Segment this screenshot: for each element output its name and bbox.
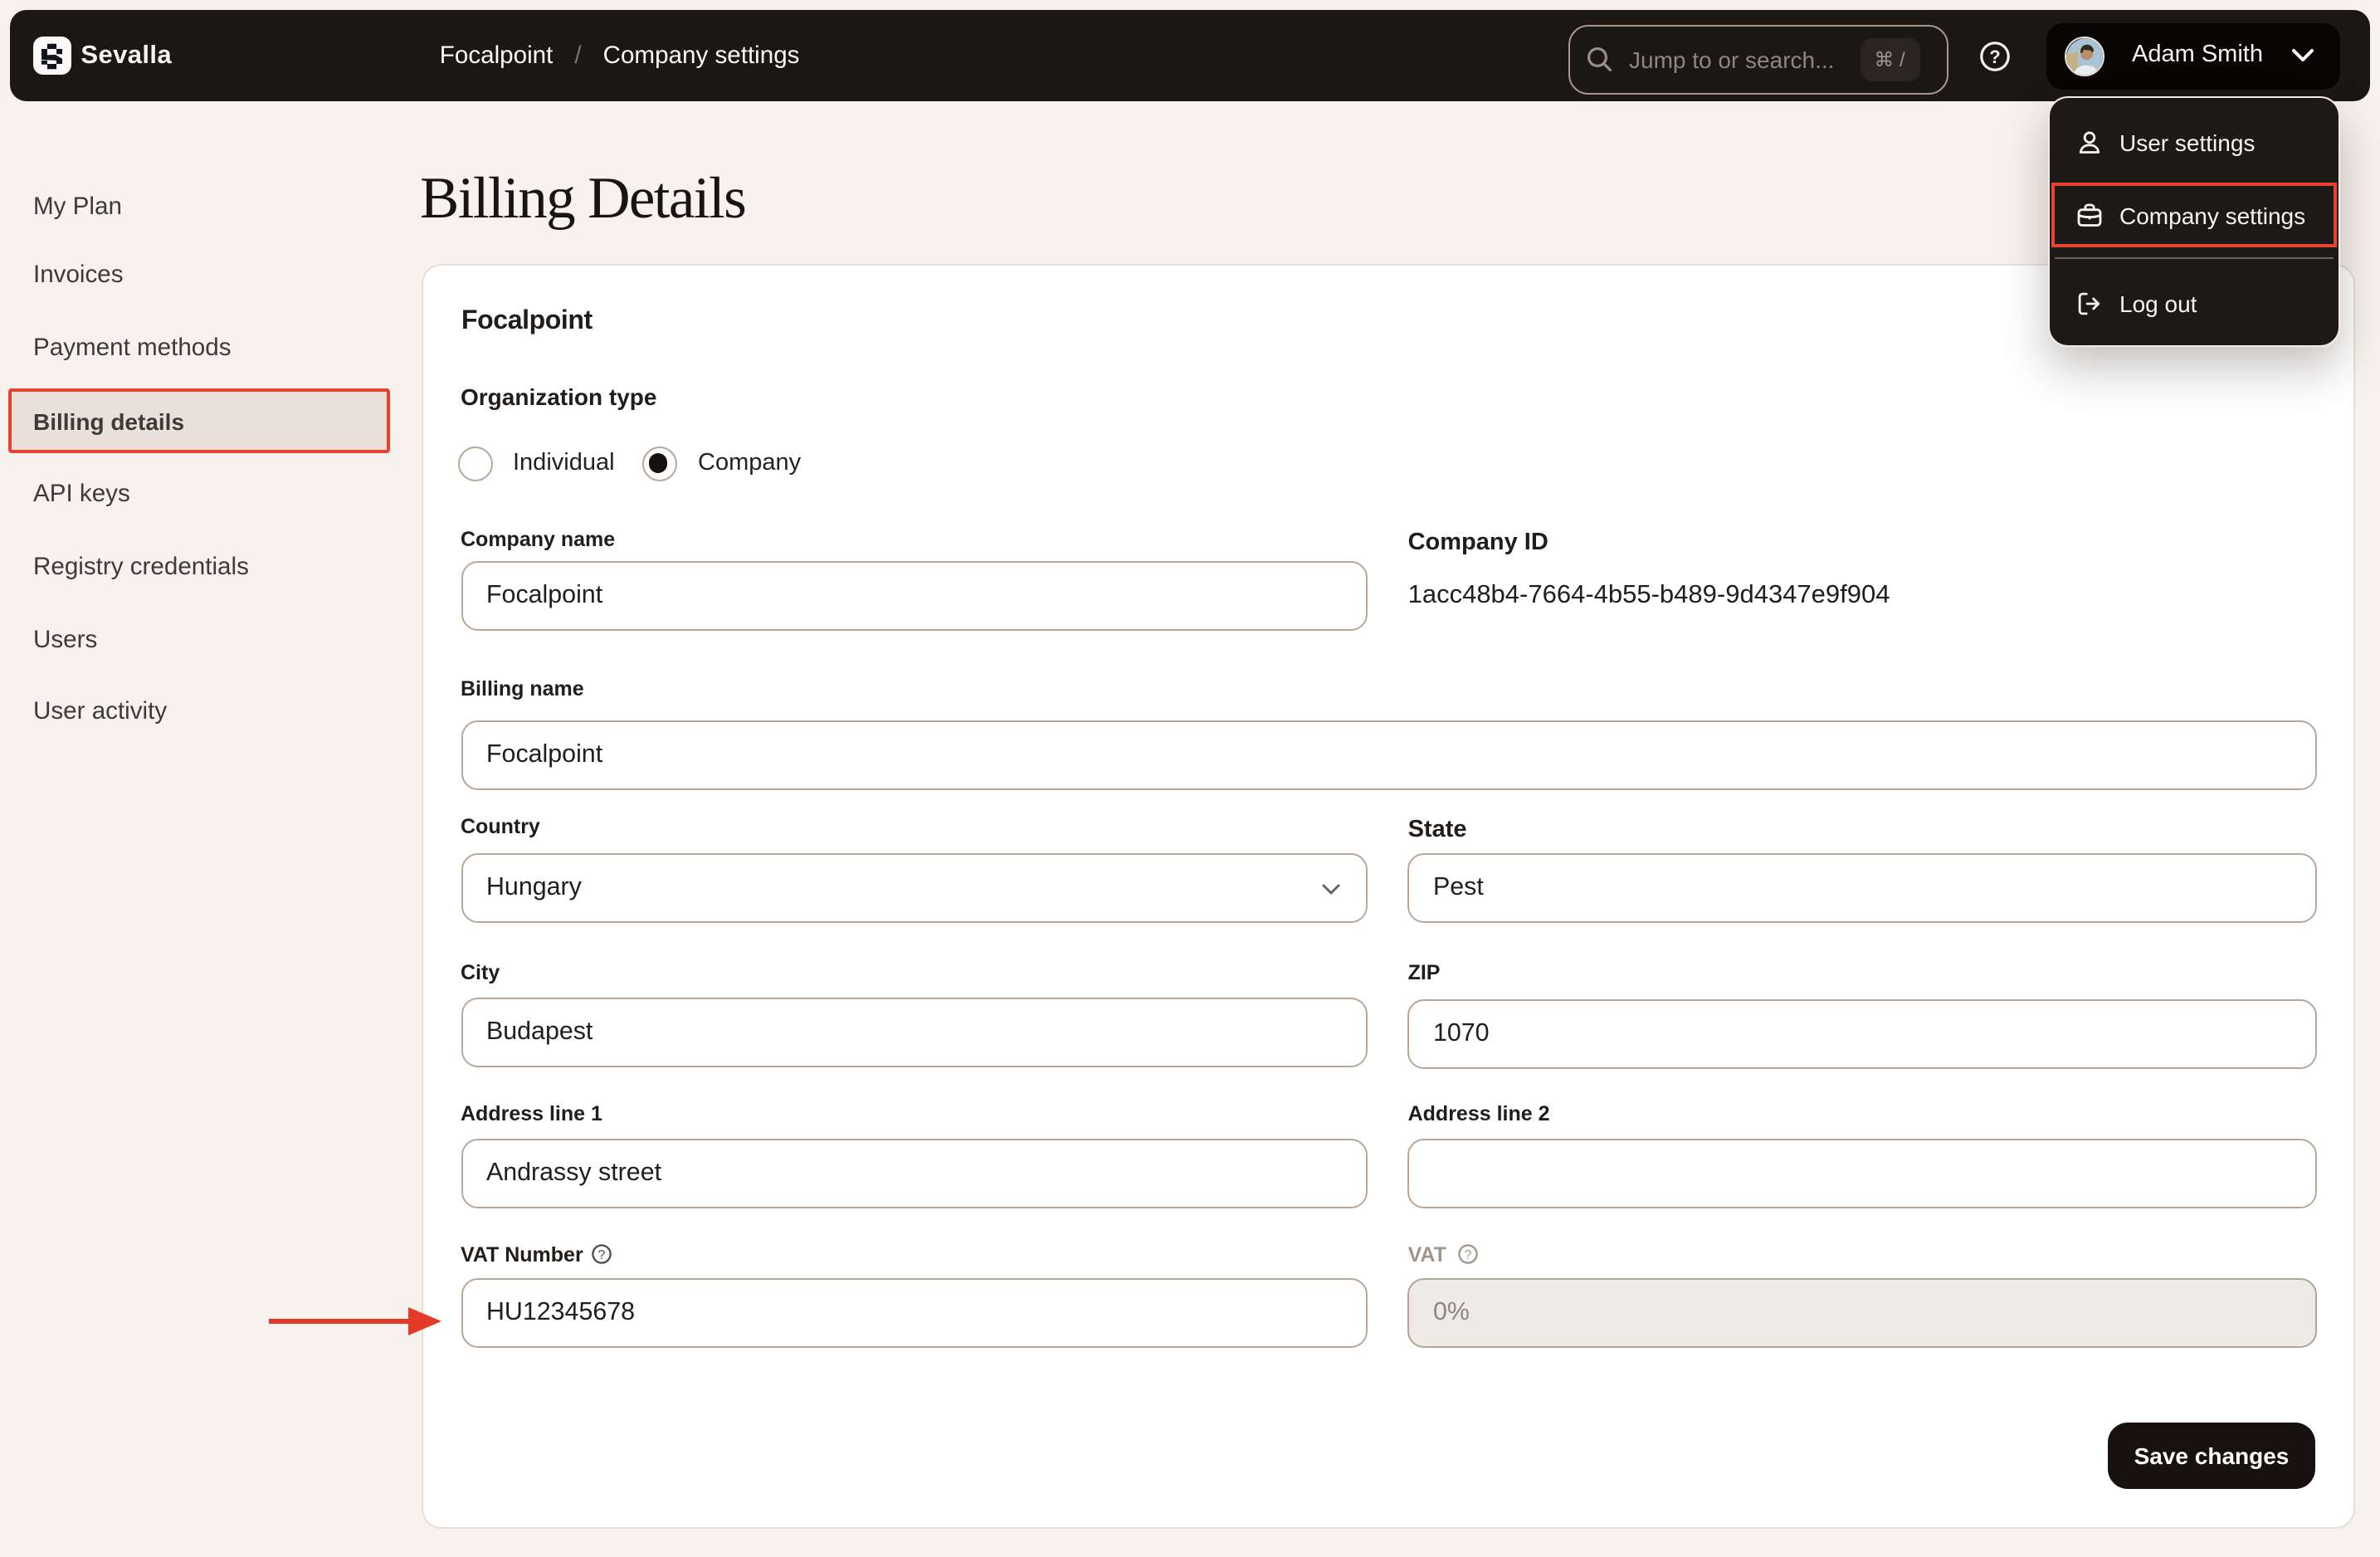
svg-text:?: ? — [1989, 46, 2000, 66]
svg-text:?: ? — [1465, 1248, 1472, 1262]
svg-text:?: ? — [597, 1248, 605, 1262]
